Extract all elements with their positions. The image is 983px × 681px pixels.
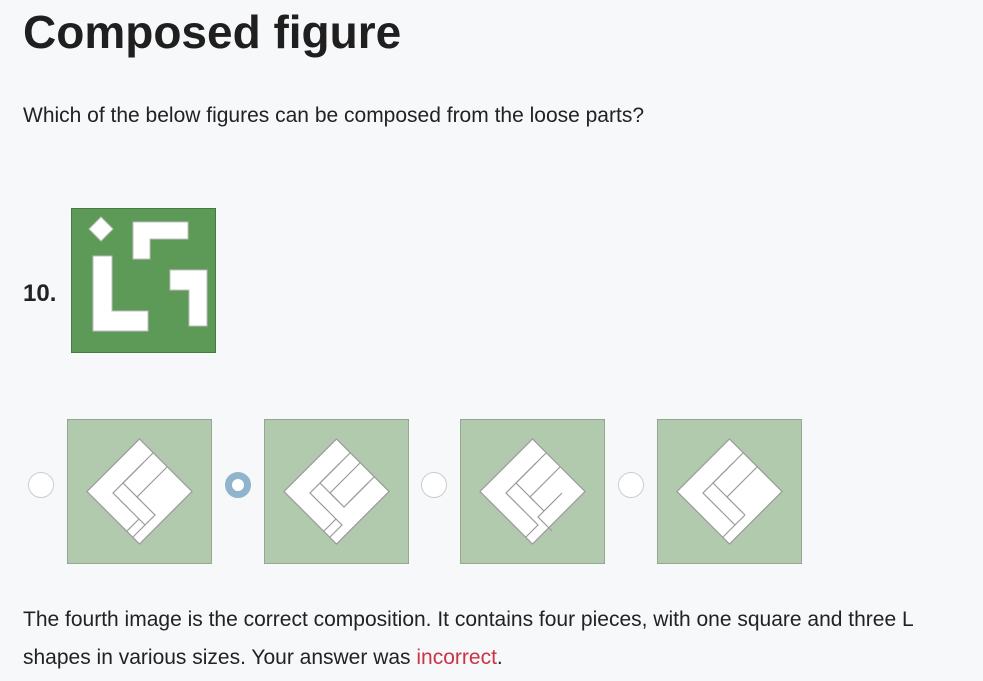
explanation-end: . (496, 646, 503, 669)
option-2-radio[interactable] (225, 472, 251, 498)
composition-option-2-icon (264, 419, 409, 564)
page-title: Composed figure (23, 6, 402, 58)
option-4-image[interactable] (657, 419, 802, 564)
answer-options (0, 418, 983, 568)
composition-option-4-icon (657, 419, 802, 564)
option-1-radio[interactable] (28, 472, 54, 498)
option-3-image[interactable] (460, 419, 605, 564)
loose-parts-figure-icon (71, 208, 216, 353)
option-1-image[interactable] (67, 419, 212, 564)
option-4-radio[interactable] (618, 472, 644, 498)
option-2-image[interactable] (264, 419, 409, 564)
question-prompt: Which of the below figures can be compos… (23, 104, 644, 127)
answer-explanation: The fourth image is the correct composit… (23, 601, 973, 677)
composition-option-1-icon (67, 419, 212, 564)
loose-parts-image (71, 208, 216, 353)
composition-option-3-icon (460, 419, 605, 564)
option-3-radio[interactable] (421, 472, 447, 498)
result-word: incorrect (416, 646, 497, 669)
quiz-page: Composed figure Which of the below figur… (0, 0, 983, 681)
question-number: 10. (23, 280, 57, 307)
